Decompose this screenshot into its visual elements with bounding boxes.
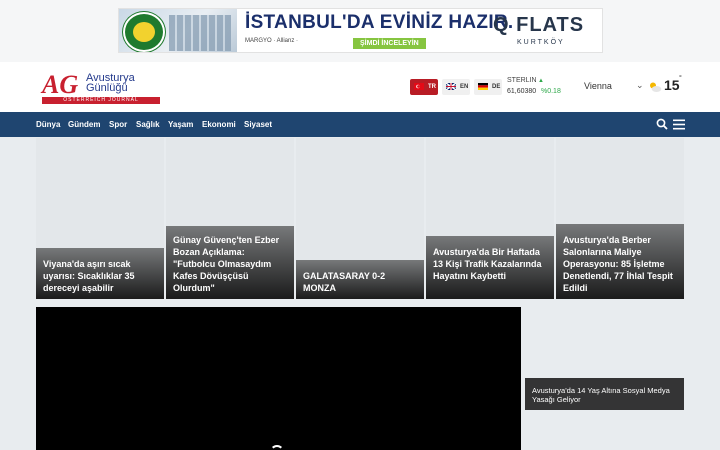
lang-label-tr: TR (428, 84, 436, 90)
news-card[interactable]: Avusturya'da Bir Haftada 13 Kişi Trafik … (426, 138, 554, 299)
lang-button-tr[interactable]: TR (410, 79, 438, 95)
currency-value: 61,60380 (507, 88, 537, 95)
nav-item-saglik[interactable]: Sağlık (136, 112, 160, 137)
side-news-card[interactable]: Avusturya'da 14 Yaş Altına Sosyal Medya … (525, 378, 684, 410)
site-logo[interactable]: AG Avusturya Günlüğü ÖSTERREICH JOURNAL (42, 70, 160, 104)
degree-symbol: ° (679, 75, 682, 82)
lang-label-de: DE (492, 84, 501, 90)
building-image (169, 15, 231, 51)
nav-item-spor[interactable]: Spor (109, 112, 127, 137)
news-card[interactable]: GALATASARAY 0-2 MONZA (296, 138, 424, 299)
ad-image (119, 9, 237, 52)
up-arrow-icon: ▲ (538, 78, 544, 84)
nav-item-gundem[interactable]: Gündem (68, 112, 100, 137)
lang-button-de[interactable]: DE (474, 79, 502, 95)
city-select[interactable]: Vienna ⌄ (584, 80, 646, 94)
nav-item-siyaset[interactable]: Siyaset (244, 112, 272, 137)
news-card[interactable]: Avusturya'da Berber Salonlarına Maliye O… (556, 138, 684, 299)
main-video-player[interactable] (36, 307, 521, 450)
city-name: Vienna (584, 81, 612, 91)
germany-flag-icon (478, 83, 488, 90)
chevron-down-icon: ⌄ (636, 80, 644, 90)
partly-cloudy-icon (650, 82, 662, 92)
news-card-title: Avusturya'da Bir Haftada 13 Kişi Trafik … (433, 247, 542, 281)
news-card-title: GALATASARAY 0-2 MONZA (303, 271, 386, 293)
news-card-title: Avusturya'da Berber Salonlarına Maliye O… (563, 235, 673, 293)
uk-flag-icon (446, 83, 456, 90)
news-card-title: Viyana'da aşırı sıcak uyarısı: Sıcaklıkl… (43, 259, 135, 293)
logo-mark: AG (42, 70, 79, 99)
main-nav: Dünya Gündem Spor Sağlık Yaşam Ekonomi S… (0, 112, 720, 137)
lang-button-en[interactable]: EN (442, 79, 470, 95)
logo-line-2: Günlüğü (86, 82, 128, 94)
site-header: AG Avusturya Günlüğü ÖSTERREICH JOURNAL … (0, 62, 720, 112)
news-card[interactable]: Günay Güvenç'ten Ezber Bozan Açıklama: "… (166, 138, 294, 299)
currency-change: %0.18 (541, 88, 561, 95)
news-card[interactable]: Viyana'da aşırı sıcak uyarısı: Sıcaklıkl… (36, 138, 164, 299)
logo-subtitle: ÖSTERREICH JOURNAL (42, 97, 160, 104)
side-news-title: Avusturya'da 14 Yaş Altına Sosyal Medya … (532, 386, 670, 404)
award-seal-icon (123, 12, 165, 52)
ad-cta-button[interactable]: ŞİMDİ İNCELEYİN (353, 38, 426, 49)
news-card-title: Günay Güvenç'ten Ezber Bozan Açıklama: "… (173, 235, 280, 293)
ad-brand-sub: KURTKÖY (517, 39, 565, 46)
search-icon[interactable] (656, 118, 668, 130)
loading-spinner-icon (270, 445, 284, 450)
nav-item-dunya[interactable]: Dünya (36, 112, 60, 137)
weather-temperature: 15 (664, 77, 680, 93)
ad-banner[interactable]: İSTANBUL'DA EVİNİZ HAZIR. MARGYO · Allia… (118, 8, 603, 53)
nav-item-yasam[interactable]: Yaşam (168, 112, 193, 137)
nav-item-ekonomi[interactable]: Ekonomi (202, 112, 236, 137)
currency-name: STERLIN (507, 77, 537, 84)
lang-label-en: EN (460, 84, 469, 90)
turkey-flag-icon (414, 83, 424, 90)
ad-headline: İSTANBUL'DA EVİNİZ HAZIR. (245, 12, 514, 33)
ad-banner-area: İSTANBUL'DA EVİNİZ HAZIR. MARGYO · Allia… (0, 0, 720, 62)
ad-brand-logo: Q FLATS (493, 14, 585, 36)
hamburger-menu-icon[interactable] (673, 119, 685, 130)
ad-sponsors: MARGYO · Allianz · (245, 38, 299, 44)
